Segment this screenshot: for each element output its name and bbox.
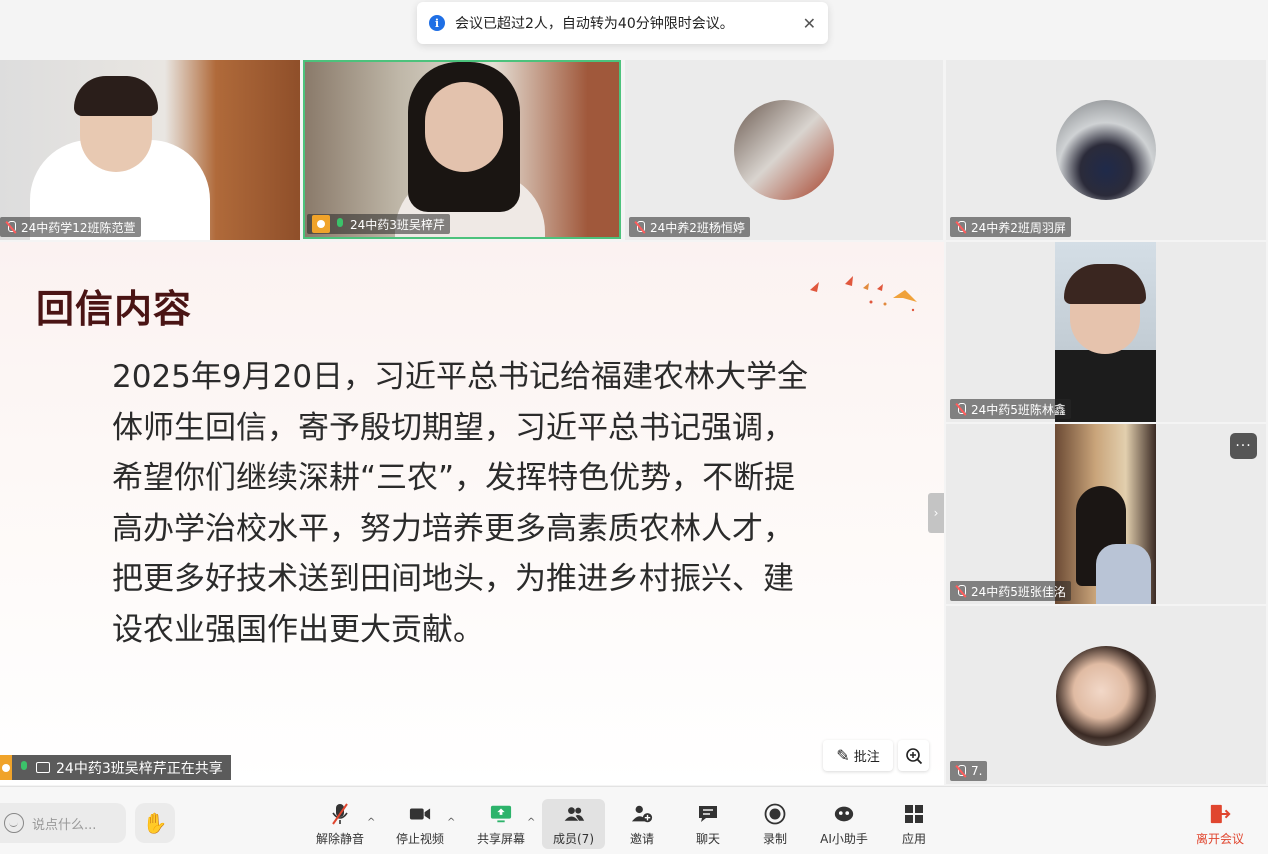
participant-name-bar: 24中药5班陈林鑫 — [950, 399, 1071, 419]
video-options-chevron-icon[interactable]: ^ — [447, 817, 455, 828]
members-label: 成员(7) — [553, 832, 594, 846]
ai-assistant-button[interactable]: AI小助手 — [815, 799, 873, 849]
participant-name-bar: 24中养2班杨恒婷 — [629, 217, 750, 237]
participant-name: 24中药5班陈林鑫 — [971, 402, 1066, 417]
invite-button[interactable]: 邀请 — [620, 799, 664, 849]
mic-muted-icon — [634, 220, 646, 234]
share-screen-label: 共享屏幕 — [476, 832, 525, 846]
meeting-limit-toast: i 会议已超过2人，自动转为40分钟限时会议。 ✕ — [417, 2, 828, 44]
mic-muted-icon — [955, 764, 967, 778]
mic-muted-icon — [5, 220, 17, 234]
collapse-panel-button[interactable]: › — [928, 493, 944, 533]
toast-message: 会议已超过2人，自动转为40分钟限时会议。 — [455, 16, 734, 32]
participant-shirt — [1096, 544, 1151, 604]
invite-user-icon — [631, 804, 653, 824]
participant-name: 24中药5班张佳洺 — [971, 584, 1066, 599]
video-tile-3[interactable]: 24中养2班杨恒婷 — [625, 60, 943, 240]
leave-meeting-button[interactable]: 离开会议 — [1190, 799, 1250, 849]
members-icon — [563, 804, 585, 824]
mic-muted-icon — [955, 584, 967, 598]
sharing-status-bar: 24中药3班吴梓芹正在共享 — [0, 755, 231, 780]
leave-label: 离开会议 — [1195, 832, 1244, 846]
avatar — [1056, 646, 1156, 746]
video-tile-5[interactable]: 24中药5班陈林鑫 — [946, 242, 1266, 422]
participant-name: 24中养2班周羽屏 — [971, 220, 1066, 235]
chat-icon — [697, 804, 719, 824]
meeting-toolbar: 说点什么... ✋ 解除静音 ^ 停止视频 ^ 共享屏幕 ^ 成员(7) 邀请 — [0, 786, 1268, 854]
unmute-label: 解除静音 — [315, 832, 364, 846]
participant-name-bar: 24中养2班周羽屏 — [950, 217, 1071, 237]
pen-icon: ✎ — [836, 746, 850, 765]
video-tile-1[interactable]: 24中药学12班陈范萱 — [0, 60, 300, 240]
ai-assistant-icon — [833, 804, 855, 824]
mic-muted-icon — [955, 402, 967, 416]
close-icon[interactable]: ✕ — [803, 14, 816, 33]
participant-name-bar: 24中药5班张佳洺 — [950, 581, 1071, 601]
mic-muted-icon — [329, 803, 351, 825]
members-button[interactable]: 成员(7) — [542, 799, 605, 849]
video-tile-6[interactable]: 24中药5班张佳洺 — [946, 424, 1266, 604]
apps-grid-icon — [903, 804, 925, 824]
emoji-icon[interactable] — [4, 813, 24, 833]
slide-body-text: 2025年9月20日，习近平总书记给福建农林大学全体师生回信，寄予殷切期望，习近… — [112, 359, 809, 648]
record-button[interactable]: 录制 — [753, 799, 797, 849]
participant-name-bar: 24中药3班吴梓芹 — [307, 214, 450, 234]
chat-placeholder: 说点什么... — [32, 817, 97, 833]
raise-hand-button[interactable]: ✋ — [135, 803, 175, 843]
info-icon: i — [429, 15, 445, 31]
zoom-in-icon — [905, 747, 922, 764]
ai-assistant-label: AI小助手 — [820, 832, 868, 846]
unmute-options-chevron-icon[interactable]: ^ — [367, 817, 375, 828]
hand-icon: ✋ — [142, 811, 168, 835]
mic-muted-icon — [955, 220, 967, 234]
record-icon — [764, 803, 786, 825]
unmute-button[interactable]: 解除静音 — [313, 799, 367, 849]
share-screen-button[interactable]: 共享屏幕 — [474, 799, 528, 849]
apps-label: 应用 — [901, 832, 926, 846]
record-label: 录制 — [762, 832, 787, 846]
video-tile-7[interactable]: 7. — [946, 606, 1266, 784]
stop-video-label: 停止视频 — [395, 832, 444, 846]
exit-door-icon — [1209, 804, 1231, 824]
participant-name: 24中养2班杨恒婷 — [650, 220, 745, 235]
stop-video-button[interactable]: 停止视频 — [393, 799, 447, 849]
participant-name: 24中药3班吴梓芹 — [350, 217, 445, 232]
birds-decoration-icon — [810, 276, 917, 312]
video-tile-2-active-speaker[interactable]: 24中药3班吴梓芹 — [303, 60, 621, 239]
participant-name: 24中药学12班陈范萱 — [21, 220, 136, 235]
sharing-label: 24中药3班吴梓芹正在共享 — [56, 760, 223, 777]
participant-name-bar: 7. — [950, 761, 988, 781]
participant-name-bar: 24中药学12班陈范萱 — [0, 217, 141, 237]
video-tile-4[interactable]: 24中养2班周羽屏 — [946, 60, 1266, 240]
more-options-button[interactable]: ··· — [1230, 433, 1257, 459]
share-options-chevron-icon[interactable]: ^ — [527, 817, 535, 828]
screen-share-icon — [36, 762, 50, 773]
slide-title: 回信内容 — [36, 287, 193, 331]
annotate-label: 批注 — [853, 750, 880, 765]
participant-face — [425, 82, 503, 172]
annotate-button[interactable]: ✎ 批注 — [823, 740, 893, 771]
host-icon — [312, 215, 330, 233]
chat-label: 聊天 — [695, 832, 720, 846]
avatar — [1056, 100, 1156, 200]
apps-button[interactable]: 应用 — [892, 799, 936, 849]
share-screen-icon — [490, 804, 512, 824]
chat-input[interactable]: 说点什么... — [0, 803, 126, 843]
participant-name: 7. — [971, 764, 983, 778]
chat-button[interactable]: 聊天 — [686, 799, 730, 849]
mic-active-icon — [334, 217, 346, 231]
mic-active-icon — [18, 761, 30, 774]
zoom-in-button[interactable] — [898, 740, 929, 771]
camera-icon — [409, 804, 431, 824]
participant-hair — [74, 76, 158, 116]
invite-label: 邀请 — [629, 832, 654, 846]
host-icon — [0, 755, 12, 780]
avatar — [734, 100, 834, 200]
